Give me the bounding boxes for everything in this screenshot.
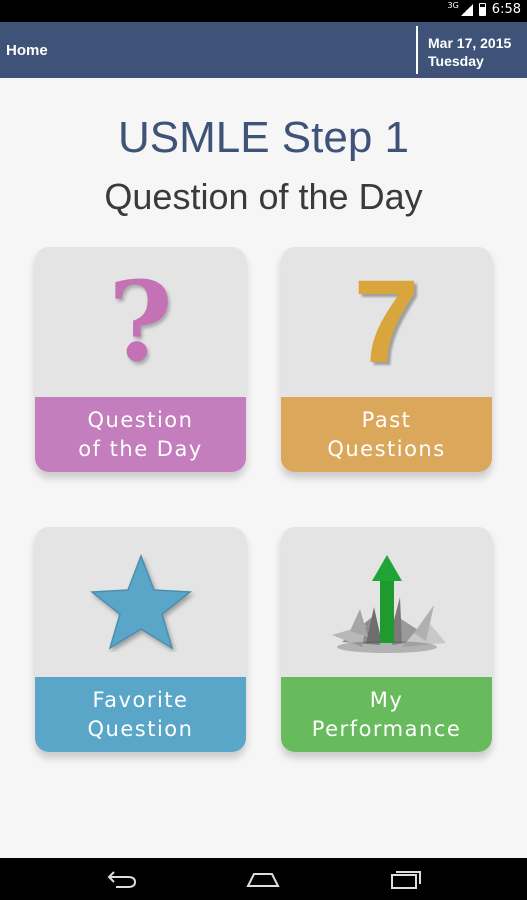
my-performance-tile[interactable]: My Performance [281,527,492,752]
tile-label-line1: Favorite [92,687,189,712]
app-bar: Home Mar 17, 2015 Tuesday [0,22,527,78]
growth-arrow-icon [331,555,446,653]
home-link[interactable]: Home [6,42,48,59]
tile-art: ? [35,247,246,397]
date-display: Mar 17, 2015 Tuesday [428,34,511,70]
tile-label: Past Questions [281,397,492,472]
star-icon [89,553,192,650]
number-seven-icon: 7 [353,256,420,388]
tile-art [35,527,246,677]
signal-icon [460,3,473,16]
tile-art: 7 [281,247,492,397]
question-of-the-day-tile[interactable]: ? Question of the Day [35,247,246,472]
tile-label: Favorite Question [35,677,246,752]
favorite-question-tile[interactable]: Favorite Question [35,527,246,752]
question-mark-icon: ? [108,257,173,386]
tile-label: Question of the Day [35,397,246,472]
status-bar: 3G 6:58 [0,0,527,22]
tile-label-line2: Questions [327,436,446,461]
tile-label-line1: Question [87,407,194,432]
tile-label-line2: of the Day [78,436,203,461]
page-subtitle: Question of the Day [104,176,423,217]
past-questions-tile[interactable]: 7 Past Questions [281,247,492,472]
system-nav-bar [0,858,527,900]
clock: 6:58 [491,2,521,17]
date-text: Mar 17, 2015 [428,35,512,51]
page-title: USMLE Step 1 [117,113,410,162]
tile-label-line2: Performance [311,716,462,741]
tile-label-line1: Past [361,407,412,432]
tile-label: My Performance [281,677,492,752]
home-icon[interactable] [246,868,280,890]
network-type: 3G [447,1,459,10]
recents-icon[interactable] [390,868,422,890]
tile-label-line2: Question [87,716,194,741]
app-bar-divider [416,26,418,74]
battery-icon [478,3,486,16]
back-icon[interactable] [106,868,138,890]
tile-label-line1: My [369,687,404,712]
tile-art [281,527,492,677]
weekday-text: Tuesday [428,53,484,69]
